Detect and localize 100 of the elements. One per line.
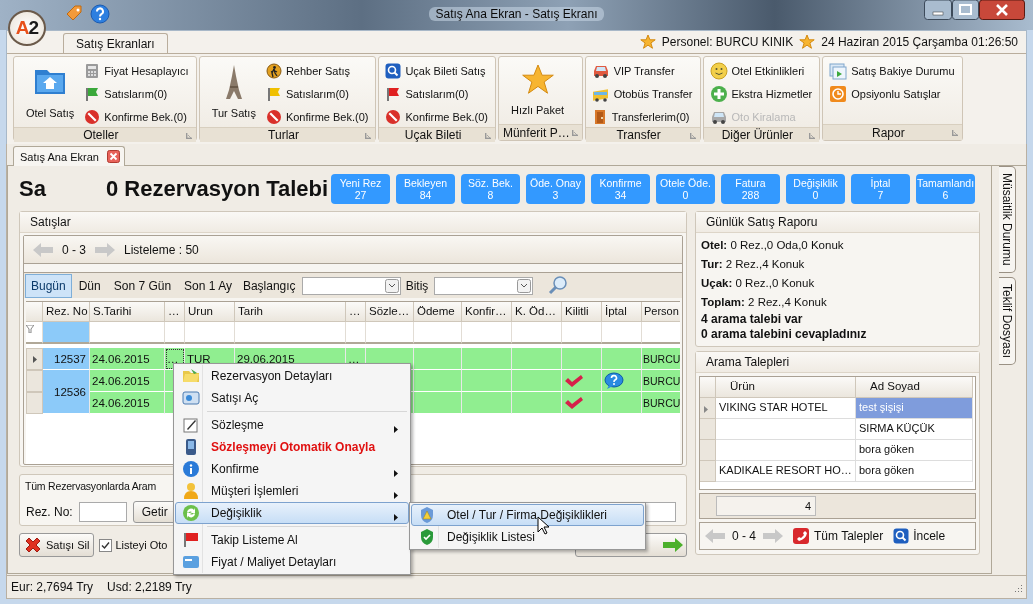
table-cell: 12536 xyxy=(43,370,90,414)
row-header[interactable] xyxy=(700,398,716,419)
all-requests-button[interactable]: Tüm Talepler xyxy=(790,525,886,547)
menu-item[interactable]: Değişiklik Listesi xyxy=(411,526,644,548)
expand-icon xyxy=(809,133,816,139)
filter-cell[interactable] xyxy=(366,322,414,344)
person-icon xyxy=(183,482,199,500)
submenu-arrow-icon xyxy=(394,514,398,521)
ribbon-tab[interactable]: Satış Ekranları xyxy=(63,33,168,53)
ribbon-button[interactable]: Otel Etkinlikleri xyxy=(709,60,814,81)
filter-cell[interactable] xyxy=(235,322,346,344)
filter-cell[interactable] xyxy=(512,322,562,344)
ribbon-button[interactable]: Satıslarım(0) xyxy=(84,83,190,104)
report-icon xyxy=(829,61,848,80)
ribbon-button[interactable]: Konfirme Bek.(0) xyxy=(265,106,370,127)
submenu-arrow-icon xyxy=(394,492,398,499)
filter-cell[interactable] xyxy=(90,322,165,344)
menu-item[interactable]: Sözleşmeyi Otomatik Onayla xyxy=(175,436,409,458)
inspect-button[interactable]: İncele xyxy=(891,525,948,547)
ribbon-button[interactable]: Ekstra Hizmetler xyxy=(709,83,814,104)
column-header[interactable]: Rez. No xyxy=(43,302,90,322)
date-dropdown[interactable] xyxy=(434,276,534,295)
column-header[interactable]: Ad Soyad xyxy=(856,377,973,398)
column-header[interactable]: Ürün xyxy=(716,377,856,398)
expand-icon xyxy=(484,133,491,139)
ribbon-button[interactable]: Satıslarım(0) xyxy=(385,83,489,104)
menu-item[interactable]: Takip Listeme Al xyxy=(175,529,409,551)
checkbox-label: Listeyi Oto xyxy=(115,539,168,551)
date-filter-button[interactable]: Bugün xyxy=(25,273,72,298)
column-header[interactable]: Konfir… xyxy=(462,302,512,322)
group-title: Diğer Ürünler xyxy=(721,128,794,142)
search-icon xyxy=(893,528,910,544)
column-header[interactable]: S.Tarihi xyxy=(90,302,165,322)
column-header[interactable]: Kilitli xyxy=(562,302,602,322)
menu-item[interactable]: Konfirme xyxy=(175,458,409,480)
column-header[interactable]: K. Öd… xyxy=(512,302,562,322)
report-line: Uçak: 0 Rez.,0 Konuk xyxy=(701,277,815,289)
filter-cell[interactable] xyxy=(602,322,642,344)
submenu-arrow-icon xyxy=(394,426,398,433)
filter-cell[interactable] xyxy=(414,322,462,344)
refresh-icon xyxy=(182,504,200,522)
large-ribbon-button[interactable]: Hızlı Paket xyxy=(504,60,571,124)
date-time: 24 Haziran 2015 Çarşamba 01:26:50 xyxy=(821,35,1018,49)
large-ribbon-button[interactable]: Otel Satış xyxy=(20,60,81,127)
menu-item[interactable]: Fiyat / Maliyet Detayları xyxy=(175,551,409,573)
column-header[interactable]: Urun xyxy=(185,302,235,322)
checkbox[interactable] xyxy=(99,538,113,552)
menu-item[interactable]: Satışı Aç xyxy=(175,387,409,409)
ribbon-button[interactable]: Konfirme Bek.(0) xyxy=(84,106,190,127)
column-header[interactable]: İptal xyxy=(602,302,642,322)
submenu-arrow-icon xyxy=(394,470,398,477)
menu-item[interactable]: Değişiklik xyxy=(175,502,409,524)
column-header[interactable]: Sözle… xyxy=(366,302,414,322)
menu-item[interactable]: Müşteri İşlemleri xyxy=(175,480,409,502)
report-line: Toplam: 2 Rez.,4 Konuk xyxy=(701,296,827,308)
group-title: Oteller xyxy=(83,128,119,142)
rez-no-field[interactable] xyxy=(78,502,127,522)
ribbon-button[interactable]: Fiyat Hesaplayıcı xyxy=(84,60,190,81)
filter-cell[interactable] xyxy=(43,322,90,344)
calculator-icon xyxy=(84,62,101,79)
back-arrow-icon xyxy=(704,528,726,544)
ribbon-button[interactable]: Satış Bakiye Durumu xyxy=(829,60,956,81)
ribbon-button[interactable]: VIP Transfer xyxy=(591,60,694,81)
ribbon-button[interactable]: Opsiyonlu Satışlar xyxy=(829,83,956,104)
side-tab[interactable]: Müsaitlik Durumu xyxy=(999,166,1016,273)
document-tab[interactable]: Satış Ana Ekran xyxy=(13,146,125,166)
ribbon-button[interactable]: Konfirme Bek.(0) xyxy=(385,106,489,127)
column-header[interactable]: Tarih xyxy=(235,302,346,322)
back-arrow-icon xyxy=(32,241,54,258)
date-filter-button[interactable]: Dün xyxy=(72,273,107,298)
table-cell: 24.06.2015 xyxy=(90,392,165,414)
smiley-icon xyxy=(709,61,728,80)
filter-cell[interactable] xyxy=(165,322,185,344)
filter-cell[interactable] xyxy=(462,322,512,344)
date-filter-button[interactable]: Son 1 Ay xyxy=(178,273,238,298)
no-entry-icon xyxy=(385,108,402,125)
menu-item[interactable]: Otel / Tur / Firma Değişiklikleri xyxy=(411,504,644,526)
column-header[interactable]: Person xyxy=(642,302,680,322)
filter-icon xyxy=(26,325,34,333)
row-header[interactable] xyxy=(26,348,43,370)
column-header[interactable]: Ödeme xyxy=(414,302,462,322)
ribbon-button[interactable]: Otobüs Transfer xyxy=(591,83,694,104)
ribbon-button[interactable]: Satıslarım(0) xyxy=(265,83,370,104)
filter-cell[interactable] xyxy=(185,322,235,344)
filter-cell[interactable] xyxy=(562,322,602,344)
column-header[interactable]: … xyxy=(346,302,366,322)
side-tab[interactable]: Teklif Dosyası xyxy=(999,276,1016,365)
ribbon-button[interactable]: Transferlerim(0) xyxy=(591,106,694,127)
large-ribbon-button[interactable]: Tur Satış xyxy=(205,60,262,127)
column-header[interactable]: … xyxy=(165,302,185,322)
date-filter-button[interactable]: Son 7 Gün xyxy=(107,273,178,298)
ribbon-button[interactable]: Uçak Bileti Satış xyxy=(385,60,489,81)
ribbon-button[interactable]: Rehber Satış xyxy=(265,60,370,81)
filter-cell[interactable] xyxy=(346,322,366,344)
walker-icon xyxy=(265,62,282,79)
table-cell xyxy=(462,370,512,392)
delete-button[interactable]: Satışı Sil xyxy=(19,533,95,557)
menu-item[interactable]: Sözleşme xyxy=(175,414,409,436)
table-cell xyxy=(462,348,512,370)
date-dropdown[interactable] xyxy=(301,276,401,295)
